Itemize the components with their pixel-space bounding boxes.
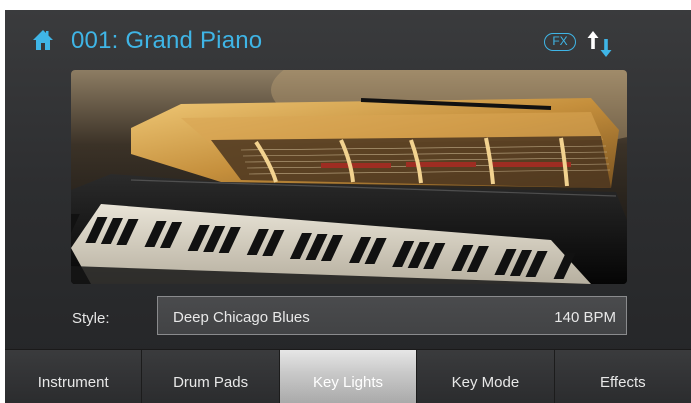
- tab-key-mode[interactable]: Key Mode: [417, 350, 555, 403]
- up-down-arrows-icon[interactable]: [585, 29, 615, 59]
- instrument-preview-image: [71, 70, 627, 284]
- home-icon[interactable]: [31, 28, 55, 52]
- tempo-value: 140 BPM: [554, 309, 616, 326]
- style-name: Deep Chicago Blues: [173, 309, 310, 326]
- app-screen: 001: Grand Piano FX Style: Deep Chicago …: [5, 10, 691, 403]
- tab-key-lights[interactable]: Key Lights: [279, 350, 418, 403]
- header: 001: Grand Piano FX: [5, 10, 691, 70]
- tab-effects[interactable]: Effects: [554, 350, 691, 403]
- tab-instrument[interactable]: Instrument: [5, 350, 143, 403]
- instrument-title: 001: Grand Piano: [71, 27, 263, 54]
- grand-piano-photo: [71, 70, 627, 284]
- tab-drum-pads[interactable]: Drum Pads: [142, 350, 280, 403]
- style-label: Style:: [72, 310, 110, 327]
- fx-button[interactable]: FX: [544, 33, 576, 51]
- style-selector[interactable]: Deep Chicago Blues 140 BPM: [157, 296, 627, 335]
- bottom-tab-bar: Instrument Drum Pads Key Lights Key Mode…: [5, 349, 691, 403]
